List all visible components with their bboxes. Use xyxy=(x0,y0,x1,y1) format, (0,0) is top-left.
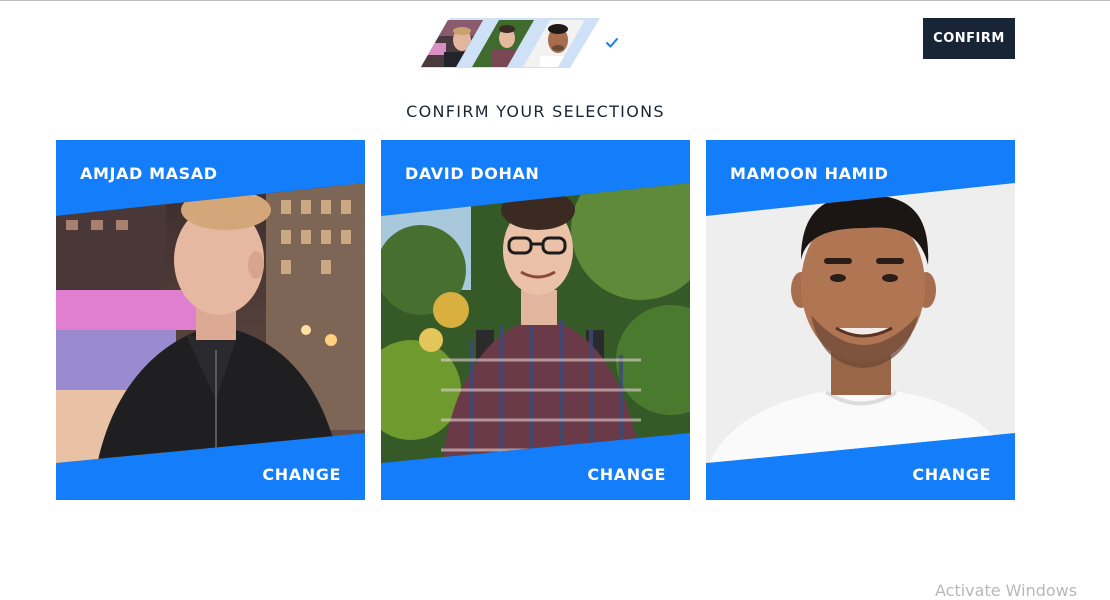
page-title: CONFIRM YOUR SELECTIONS xyxy=(406,102,665,121)
selected-thumbnails-strip xyxy=(420,18,602,68)
selection-card-mamoon-hamid: MAMOON HAMID CHANGE xyxy=(706,140,1015,500)
player-photo-amjad-masad xyxy=(56,183,365,463)
selection-card-david-dohan: DAVID DOHAN CHANGE xyxy=(381,140,690,500)
change-button-amjad-masad[interactable]: CHANGE xyxy=(262,465,341,484)
player-photo-david-dohan xyxy=(381,183,690,463)
change-button-mamoon-hamid[interactable]: CHANGE xyxy=(912,465,991,484)
card-player-name: AMJAD MASAD xyxy=(80,164,218,183)
checkmark-icon xyxy=(606,38,618,48)
activate-windows-watermark: Activate Windows xyxy=(935,581,1078,600)
card-player-name: MAMOON HAMID xyxy=(730,164,889,183)
confirm-button[interactable]: CONFIRM xyxy=(923,18,1015,59)
change-button-david-dohan[interactable]: CHANGE xyxy=(587,465,666,484)
selection-card-amjad-masad: AMJAD MASAD CHANGE xyxy=(56,140,365,500)
card-player-name: DAVID DOHAN xyxy=(405,164,540,183)
player-photo-mamoon-hamid xyxy=(706,183,1015,463)
top-divider xyxy=(0,0,1110,1)
